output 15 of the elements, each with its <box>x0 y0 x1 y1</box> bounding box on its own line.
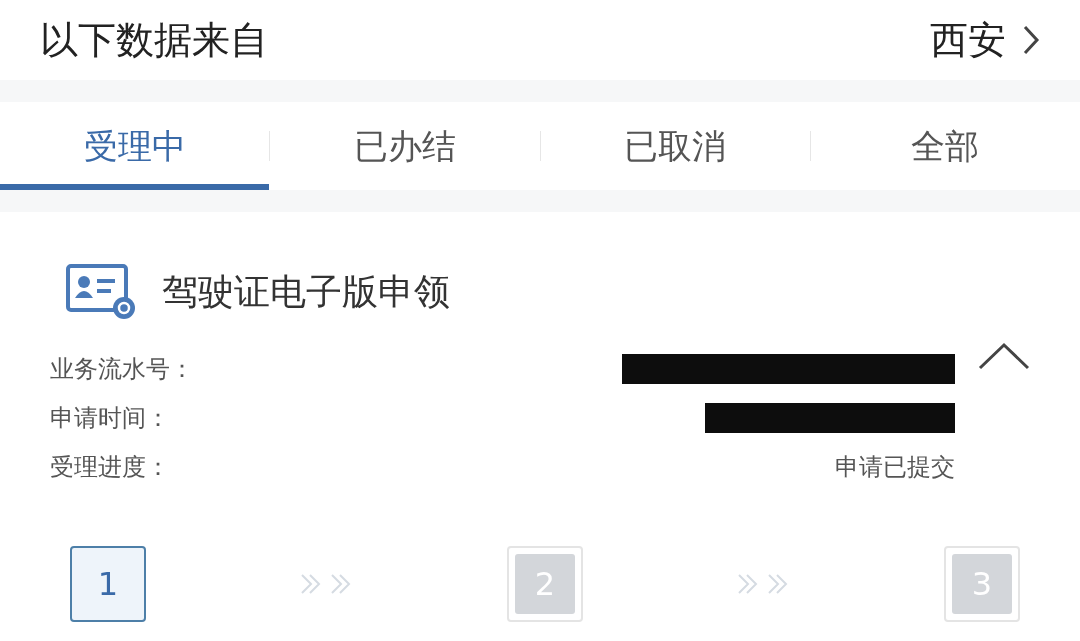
tab[interactable]: 已取消 <box>540 102 810 190</box>
tab[interactable]: 已办结 <box>270 102 540 190</box>
tab[interactable]: 受理中 <box>0 102 270 190</box>
city-selector[interactable]: 西安 <box>930 11 1040 69</box>
header-title: 以下数据来自 <box>40 16 268 64</box>
id-card-icon <box>66 264 138 320</box>
step-number: 1 <box>70 546 146 622</box>
chevron-up-icon[interactable] <box>978 342 1030 370</box>
chevron-right-icon <box>1022 24 1040 56</box>
field-label: 受理进度： <box>50 451 170 483</box>
field-label: 业务流水号： <box>50 353 194 385</box>
field-label: 申请时间： <box>50 402 170 434</box>
record-title: 驾驶证电子版申领 <box>162 270 450 314</box>
tab[interactable]: 全部 <box>810 102 1080 190</box>
field-value: 申请已提交 <box>835 451 955 483</box>
